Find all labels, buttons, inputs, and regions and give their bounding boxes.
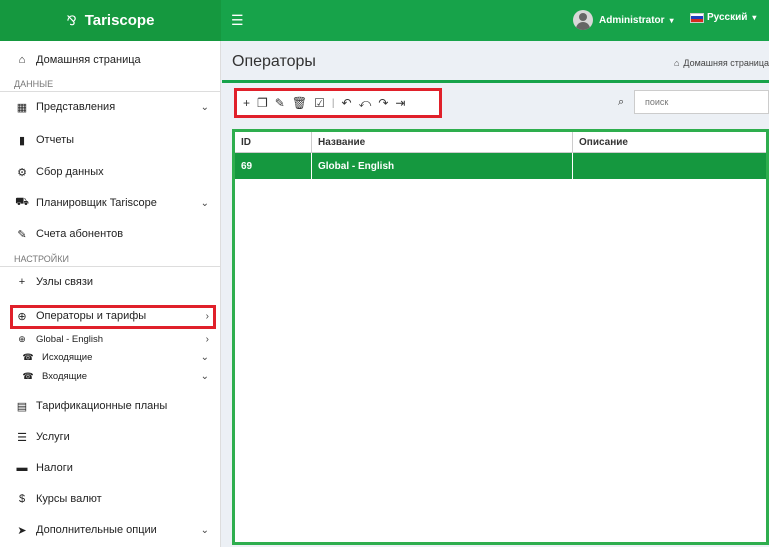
- chevron-right-icon: ›: [205, 333, 209, 345]
- breadcrumb-home[interactable]: Домашняя страница: [683, 58, 769, 68]
- sidebar-item-operator-global[interactable]: ⊕ Global - English ›: [0, 332, 221, 346]
- chevron-down-icon: ⌄: [200, 101, 209, 113]
- sidebar-item-tariff-plans[interactable]: ▤ Тарификационные планы: [0, 397, 221, 415]
- sidebar-item-outgoing[interactable]: ☎ Исходящие ⌄: [0, 350, 221, 364]
- section-header-settings: НАСТРОЙКИ: [14, 254, 69, 264]
- breadcrumb[interactable]: ⌂ Домашняя страница: [674, 58, 769, 68]
- brand-logo[interactable]: ⅋ Tariscope: [0, 0, 221, 41]
- plus-icon: +: [18, 276, 26, 288]
- title-divider: [222, 80, 769, 83]
- phone-icon: ☎: [22, 370, 34, 381]
- money-icon: ▬: [16, 462, 28, 474]
- sidebar-item-currency[interactable]: $ Курсы валют: [0, 490, 221, 508]
- sidebar-item-label: Исходящие: [42, 351, 93, 363]
- chevron-down-icon: ⌄: [200, 351, 209, 363]
- globe-icon: ⊕: [18, 333, 26, 344]
- send-icon: ➤: [17, 524, 27, 537]
- copy-icon[interactable]: ❐: [257, 96, 268, 110]
- sidebar-item-nodes[interactable]: + Узлы связи: [0, 273, 221, 291]
- edit-icon[interactable]: ✎: [275, 96, 285, 110]
- main-content: Операторы ⌂ Домашняя страница + ❐ ✎ 🗑 ☑ |…: [222, 41, 769, 547]
- sidebar-item-subscriber-accounts[interactable]: ✎ Счета абонентов: [0, 225, 221, 243]
- menu-toggle-icon[interactable]: ☰: [231, 12, 244, 29]
- dollar-icon: $: [18, 493, 26, 505]
- search-icon: ⌕: [618, 96, 625, 108]
- sidebar-item-label: Узлы связи: [36, 276, 94, 288]
- chevron-down-icon: ⌄: [200, 370, 209, 382]
- language-label: Русский: [707, 12, 748, 23]
- delete-icon[interactable]: 🗑: [292, 96, 307, 110]
- caret-down-icon: ▾: [669, 15, 674, 25]
- phone-icon: ☎: [22, 351, 34, 362]
- sidebar-item-label: Счета абонентов: [36, 228, 124, 240]
- sidebar-item-incoming[interactable]: ☎ Входящие ⌄: [0, 369, 221, 383]
- sidebar-item-label: Отчеты: [36, 134, 75, 146]
- sidebar-item-label: Курсы валют: [36, 493, 102, 505]
- column-header-id[interactable]: ID: [235, 132, 312, 152]
- chevron-down-icon: ⌄: [200, 524, 209, 536]
- home-icon: ⌂: [18, 54, 26, 66]
- invoice-icon: ✎: [17, 228, 27, 241]
- toolbar-separator: |: [331, 97, 335, 109]
- sidebar-item-label: Тарификационные планы: [36, 400, 168, 412]
- operators-table: ID Название Описание 69 Global - English: [232, 129, 769, 545]
- section-header-data: ДАННЫЕ: [14, 79, 54, 89]
- cell-id: 69: [235, 153, 312, 179]
- divider: [0, 266, 221, 267]
- sidebar-item-label: Входящие: [42, 370, 88, 382]
- undo-icon[interactable]: ↶: [341, 96, 351, 110]
- edit-box-icon[interactable]: ☑: [314, 96, 325, 110]
- user-name: Administrator: [599, 14, 665, 26]
- list-box-icon: ▤: [16, 400, 28, 413]
- add-icon[interactable]: +: [243, 96, 250, 110]
- file-icon: ▮: [18, 134, 26, 147]
- flag-icon: [690, 12, 704, 23]
- search-input[interactable]: [634, 90, 769, 114]
- redo-icon[interactable]: ↷: [378, 96, 388, 110]
- home-icon: ⌂: [673, 58, 680, 68]
- top-navbar: ⅋ Tariscope ☰ Administrator ▾ Русский ▾: [0, 0, 769, 41]
- cell-name: Global - English: [312, 153, 573, 179]
- logo-icon: ⅋: [66, 12, 77, 28]
- language-selector[interactable]: Русский ▾: [690, 12, 756, 23]
- chevron-down-icon: ⌄: [200, 197, 209, 209]
- highlight-operators-box: [10, 305, 216, 329]
- page-title: Операторы: [232, 53, 316, 70]
- truck-icon: ⛟: [15, 196, 29, 208]
- sidebar-item-reports[interactable]: ▮ Отчеты: [0, 131, 221, 149]
- export-icon[interactable]: ⇥: [395, 96, 405, 110]
- sidebar-item-label: Планировщик Tariscope: [36, 197, 157, 209]
- table-icon: ▦: [16, 101, 28, 114]
- gears-icon: ⚙: [17, 166, 27, 179]
- column-header-name[interactable]: Название: [312, 132, 573, 152]
- caret-down-icon: ▾: [752, 13, 757, 22]
- table-header: ID Название Описание: [235, 132, 766, 153]
- sidebar-item-label: Услуги: [36, 431, 70, 443]
- divider: [0, 91, 221, 92]
- sidebar-item-data-collection[interactable]: ⚙ Сбор данных: [0, 163, 221, 181]
- sidebar-item-label: Домашняя страница: [36, 54, 141, 66]
- table-row[interactable]: 69 Global - English: [235, 153, 766, 179]
- sidebar-item-label: Сбор данных: [36, 166, 104, 178]
- cell-description: [573, 153, 766, 179]
- sidebar-item-label: Дополнительные опции: [36, 524, 157, 536]
- list-icon: ☰: [17, 431, 27, 444]
- sidebar-item-home[interactable]: ⌂ Домашняя страница: [0, 51, 221, 69]
- sidebar-item-label: Представления: [36, 101, 116, 113]
- sidebar-item-scheduler[interactable]: ⛟ Планировщик Tariscope ⌄: [0, 194, 221, 212]
- undo-all-icon[interactable]: ⤺: [359, 96, 372, 111]
- sidebar-item-label: Global - English: [36, 333, 104, 345]
- sidebar-item-views[interactable]: ▦ Представления ⌄: [0, 98, 221, 116]
- column-header-description[interactable]: Описание: [573, 132, 766, 152]
- sidebar-item-services[interactable]: ☰ Услуги: [0, 428, 221, 446]
- brand-name: Tariscope: [84, 12, 155, 29]
- avatar: [573, 10, 593, 30]
- user-menu[interactable]: Administrator ▾: [573, 10, 674, 30]
- sidebar: ⌂ Домашняя страница ДАННЫЕ ▦ Представлен…: [0, 41, 221, 547]
- sidebar-item-taxes[interactable]: ▬ Налоги: [0, 459, 221, 477]
- sidebar-item-extra[interactable]: ➤ Дополнительные опции ⌄: [0, 521, 221, 539]
- toolbar: + ❐ ✎ 🗑 ☑ | ↶ ⤺ ↷ ⇥: [234, 88, 442, 118]
- sidebar-item-label: Налоги: [36, 462, 73, 474]
